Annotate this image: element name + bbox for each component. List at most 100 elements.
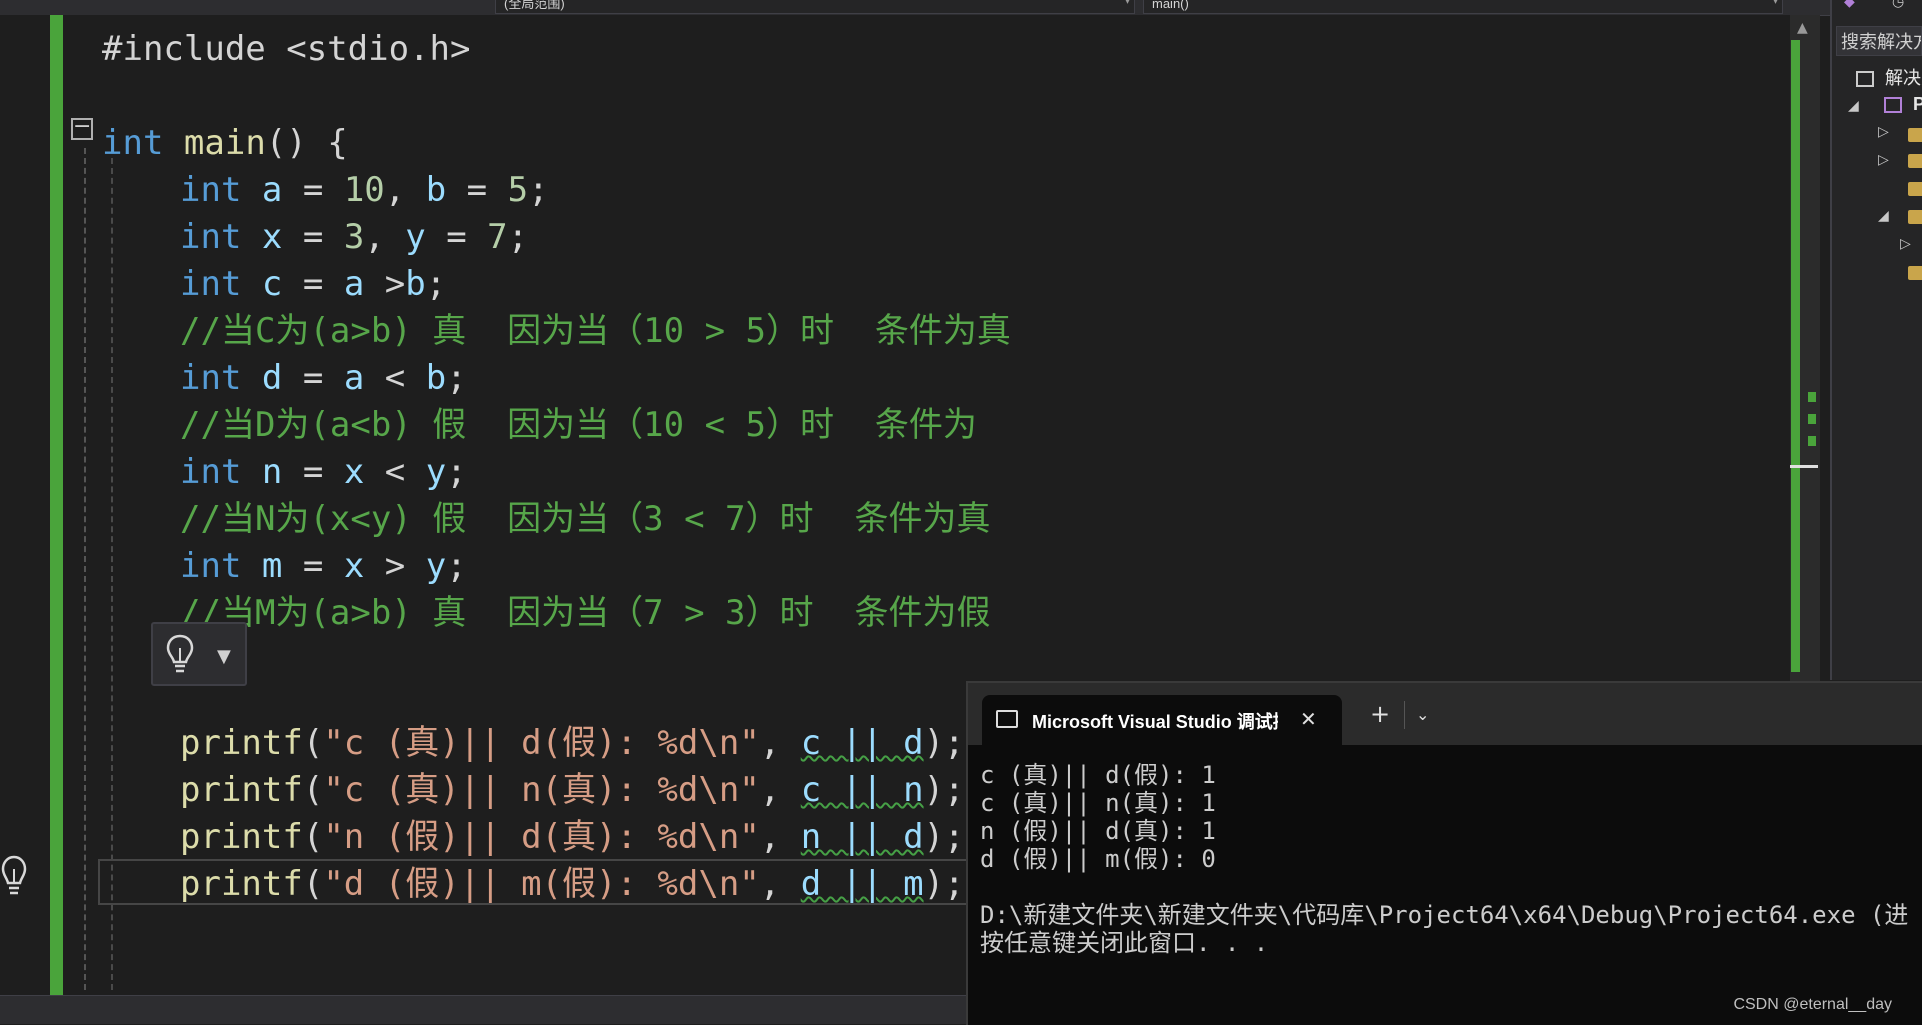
- code-token: 10: [343, 170, 385, 210]
- chevron-down-icon[interactable]: ⌄: [1416, 705, 1429, 724]
- collapsed-arrow-icon[interactable]: ▷: [1878, 124, 1889, 140]
- code-token: (: [302, 770, 324, 810]
- code-token: <: [364, 358, 426, 398]
- code-token: ;: [446, 358, 467, 398]
- code-line-comment-m[interactable]: //当M为(a>b) 真 因为当（7 > 3）时 条件为假: [180, 590, 990, 636]
- code-token: "d (假)|| m(假): %d\n": [323, 864, 760, 904]
- console-output-line: c (真)|| d(假): 1: [980, 761, 1216, 789]
- member-dropdown-label: main(): [1152, 0, 1189, 11]
- code-token: int: [180, 170, 242, 210]
- code-token: //当M为(a>b) 真 因为当（7 > 3）时 条件为假: [180, 593, 991, 633]
- code-token: "c (真)|| n(真): %d\n": [323, 770, 760, 810]
- code-token: 7: [487, 217, 508, 257]
- code-token: "c (真)|| d(假): %d\n": [323, 723, 760, 763]
- code-token: ;: [446, 452, 467, 492]
- watermark: CSDN @eternal__day: [1733, 996, 1892, 1013]
- tab-separator: [1404, 701, 1405, 729]
- solution-label: 解决方: [1885, 68, 1922, 88]
- solution-node[interactable]: 解决方: [1856, 64, 1922, 90]
- code-token: b: [425, 170, 447, 210]
- project-node[interactable]: P: [1884, 94, 1922, 115]
- chevron-down-icon: ▼: [217, 646, 231, 667]
- code-line-decl-ab[interactable]: int a = 10, b = 5;: [180, 167, 549, 213]
- code-token: ,: [384, 170, 426, 210]
- code-line-decl-xy[interactable]: int x = 3, y = 7;: [180, 214, 528, 260]
- lightbulb-icon[interactable]: [0, 854, 28, 898]
- code-token: ,: [759, 770, 801, 810]
- code-token: =: [446, 170, 508, 210]
- code-line-decl-m[interactable]: int m = x > y;: [180, 543, 467, 589]
- console-tab[interactable]: Microsoft Visual Studio 调试控制台 ✕: [982, 695, 1342, 745]
- quick-actions-button[interactable]: ▼: [151, 622, 247, 686]
- vs-icon[interactable]: ◆: [1844, 0, 1855, 10]
- code-token: ,: [759, 864, 801, 904]
- console-output-line: n (假)|| d(真): 1: [980, 817, 1216, 845]
- code-line-printf-4[interactable]: printf("d (假)|| m(假): %d\n", d || m);: [180, 861, 965, 907]
- code-token: //当C为(a>b) 真 因为当（10 > 5）时 条件为真: [180, 311, 1011, 351]
- code-line-printf-1[interactable]: printf("c (真)|| d(假): %d\n", c || d);: [180, 720, 965, 766]
- code-line-decl-d[interactable]: int d = a < b;: [180, 355, 467, 401]
- expand-arrow-icon[interactable]: ◢: [1848, 98, 1859, 114]
- code-token: =: [282, 452, 344, 492]
- debug-console-window[interactable]: Microsoft Visual Studio 调试控制台 ✕ + ⌄ c (真…: [966, 681, 1922, 1025]
- code-token: >: [364, 264, 406, 304]
- code-token: );: [923, 864, 965, 904]
- scroll-up-arrow-icon[interactable]: ▲: [1797, 20, 1808, 36]
- expand-arrow-icon[interactable]: ◢: [1878, 208, 1889, 224]
- code-line-main[interactable]: int main() {: [102, 120, 348, 166]
- close-icon[interactable]: ✕: [1300, 707, 1317, 731]
- scrollbar-marker: [1808, 392, 1816, 402]
- console-output-line: 按任意键关闭此窗口. . .: [980, 929, 1269, 957]
- code-token: //当D为(a<b) 假 因为当（10 < 5）时 条件为: [180, 405, 977, 445]
- scrollbar-caret-marker: [1790, 465, 1818, 468]
- code-line-printf-3[interactable]: printf("n (假)|| d(真): %d\n", n || d);: [180, 814, 965, 860]
- collapsed-arrow-icon[interactable]: ▷: [1878, 152, 1889, 168]
- code-token: =: [282, 217, 344, 257]
- code-line-decl-c[interactable]: int c = a >b;: [180, 261, 446, 307]
- solution-icon: [1856, 71, 1874, 88]
- code-token: );: [923, 817, 965, 857]
- code-token: x: [343, 452, 365, 492]
- history-icon[interactable]: ◷: [1892, 0, 1904, 10]
- code-token: a: [343, 358, 365, 398]
- new-tab-button[interactable]: +: [1370, 702, 1390, 726]
- member-dropdown[interactable]: main() ▾: [1143, 0, 1783, 14]
- code-token: (: [302, 817, 324, 857]
- code-token: int: [180, 546, 242, 586]
- code-token: <: [364, 452, 426, 492]
- code-token: ,: [364, 217, 406, 257]
- code-token: n: [261, 452, 283, 492]
- code-token: int: [180, 452, 242, 492]
- code-token: int: [180, 358, 242, 398]
- code-line-comment-c[interactable]: //当C为(a>b) 真 因为当（10 > 5）时 条件为真: [180, 308, 1011, 354]
- code-token: #include <stdio.h>: [102, 29, 471, 69]
- scope-dropdown[interactable]: (全局范围) ▾: [495, 0, 1135, 14]
- code-token: y: [425, 452, 447, 492]
- code-token: a: [261, 170, 283, 210]
- code-token: c: [261, 264, 283, 304]
- folder-icon: [1908, 154, 1922, 168]
- collapse-toggle-button[interactable]: −: [71, 116, 93, 140]
- horizontal-scrollbar[interactable]: [0, 995, 970, 1024]
- solution-explorer-toolbar: ◆ ◷: [1832, 0, 1922, 15]
- code-token: () {: [265, 123, 348, 163]
- code-token: int: [180, 264, 242, 304]
- warning-squiggle-expression: n || d: [800, 817, 924, 857]
- code-line-comment-n[interactable]: //当N为(x<y) 假 因为当（3 < 7）时 条件为真: [180, 496, 990, 542]
- code-token: =: [282, 546, 344, 586]
- code-line-comment-d[interactable]: //当D为(a<b) 假 因为当（10 < 5）时 条件为: [180, 402, 977, 448]
- collapsed-arrow-icon[interactable]: ▷: [1900, 236, 1911, 252]
- code-line-decl-n[interactable]: int n = x < y;: [180, 449, 467, 495]
- folder-icon: [1908, 128, 1922, 142]
- project-icon: [1884, 97, 1902, 114]
- code-token: //当N为(x<y) 假 因为当（3 < 7）时 条件为真: [180, 499, 991, 539]
- code-line-printf-2[interactable]: printf("c (真)|| n(真): %d\n", c || n);: [180, 767, 965, 813]
- solution-search-input[interactable]: 搜索解决方: [1836, 26, 1922, 56]
- indent-guide: [84, 148, 86, 990]
- code-token: b: [405, 264, 426, 304]
- code-line-include[interactable]: #include <stdio.h>: [102, 26, 470, 72]
